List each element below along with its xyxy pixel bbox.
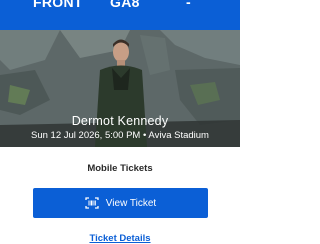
row-value: GA8 bbox=[110, 0, 140, 10]
event-artist-name: Dermot Kennedy bbox=[71, 114, 169, 128]
event-date-venue: Sun 12 Jul 2026, 5:00 PM • Aviva Stadium bbox=[31, 130, 209, 141]
seat-value: - bbox=[186, 0, 191, 10]
view-ticket-button[interactable]: View Ticket bbox=[33, 188, 208, 218]
view-ticket-label: View Ticket bbox=[105, 197, 157, 209]
ticket-header: FRONT GA8 - bbox=[0, 0, 240, 30]
ticket-barcode-icon bbox=[85, 197, 99, 209]
mobile-tickets-heading: Mobile Tickets bbox=[87, 163, 153, 174]
section-value: FRONT bbox=[33, 0, 83, 10]
event-hero-image: Dermot Kennedy Sun 12 Jul 2026, 5:00 PM … bbox=[0, 30, 240, 147]
ticket-details-link[interactable]: Ticket Details bbox=[0, 233, 240, 244]
